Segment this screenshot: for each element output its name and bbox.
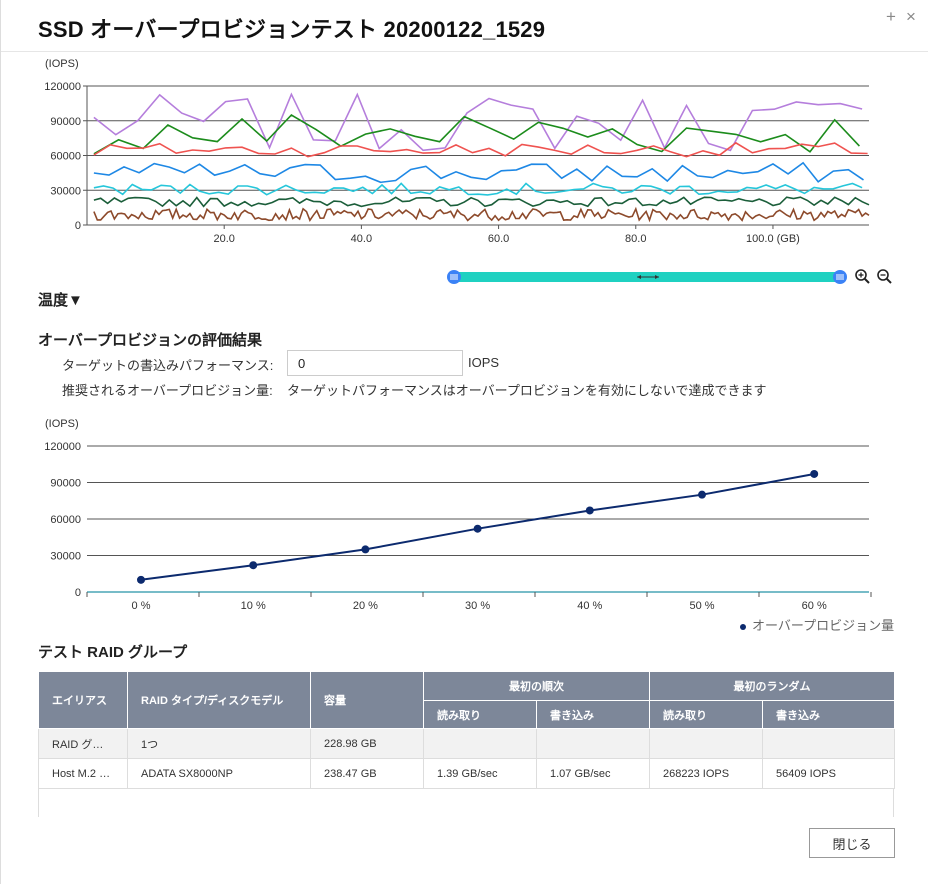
legend-label: オーバープロビジョン量 [752,618,895,633]
ssd-test-dialog: + × SSD オーバープロビジョンテスト 20200122_1529 (IOP… [0,0,928,884]
x-tick-label: 50 % [689,600,714,612]
x-tick-label: 100.0 (GB) [746,233,800,245]
overprovision-chart: (IOPS) 0 30000 60000 90000 120000 0 % 10 % 20 % 3… [44,418,872,612]
y-tick-label: 90000 [50,116,81,128]
cell-capacity: 228.98 GB [310,728,424,759]
cell-alias: Host M.2 SSD [38,758,128,789]
cell-seq-write [536,728,650,759]
y-tick-label: 120000 [44,81,81,93]
cell-seq-write: 1.07 GB/sec [536,758,650,789]
data-point [249,561,258,570]
header-seq-write: 書き込み [536,700,650,729]
x-tick-label: 80.0 [625,233,646,245]
slider-right-handle[interactable] [833,270,847,284]
table-row[interactable]: RAID グループ 1 1つ 228.98 GB [38,728,895,759]
recommended-label: 推奨されるオーバープロビジョン量: [62,383,273,398]
cell-rand-write: 56409 IOPS [762,758,895,789]
header-capacity: 容量 [310,671,424,729]
cell-rand-read: 268223 IOPS [649,758,763,789]
series-line-2 [93,141,868,158]
cell-alias: RAID グループ 1 [38,728,128,759]
iops-capacity-chart: (IOPS) 0 30000 60000 90000 120000 20.0 40.0 60.0… [44,58,870,245]
data-point [810,469,819,478]
cell-rand-write [762,728,895,759]
header-seq-read: 読み取り [423,700,537,729]
series-line-3 [93,161,864,184]
legend-marker [740,623,746,630]
zoom-in-icon[interactable] [855,269,870,284]
header-seq-group: 最初の順次 [423,671,650,701]
header-raid-type: RAID タイプ/ディスクモデル [127,671,311,729]
cell-raid-type: ADATA SX8000NP [127,758,311,789]
target-performance-unit: IOPS [468,355,500,370]
data-point [698,490,706,499]
cell-rand-read [649,728,763,759]
header-rand-group: 最初のランダム [649,671,895,701]
raid-group-title: テスト RAID グループ [38,644,188,661]
zoom-out-icon[interactable] [877,269,892,284]
y-tick-label: 0 [75,220,81,232]
data-point [361,545,370,554]
y-tick-label: 120000 [44,441,81,453]
cell-seq-read [423,728,537,759]
data-point [585,506,594,515]
x-tick-label: 60.0 [488,233,509,245]
range-slider[interactable] [441,266,911,288]
y-tick-label: 90000 [50,478,81,490]
x-tick-label: 20 % [353,600,378,612]
cell-seq-read: 1.39 GB/sec [423,758,537,789]
cell-capacity: 238.47 GB [310,758,424,789]
close-button[interactable]: 閉じる [809,828,895,858]
x-tick-label: 40 % [577,600,602,612]
y-tick-label: 60000 [50,514,81,526]
data-point [137,575,145,584]
y-tick-label: 0 [75,587,81,599]
y-tick-label: 60000 [50,151,81,163]
x-tick-label: 0 % [132,600,151,612]
header-alias: エイリアス [38,671,128,729]
table-row[interactable]: Host M.2 SSD ADATA SX8000NP 238.47 GB 1.… [38,758,895,789]
y-tick-label: 30000 [50,551,81,563]
table-empty-area [38,788,894,817]
x-tick-label: 10 % [241,600,266,612]
x-tick-label: 20.0 [213,233,234,245]
slider-left-handle[interactable] [447,270,461,284]
y-axis-label: (IOPS) [45,58,79,70]
target-performance-input[interactable] [287,350,463,376]
evaluation-title: オーバープロビジョンの評価結果 [38,332,262,349]
x-tick-label: 60 % [802,600,827,612]
recommended-value: ターゲットパフォーマンスはオーバープロビジョンを有効にしないで達成できます [287,383,767,398]
cell-raid-type: 1つ [127,728,311,759]
chart-legend: オーバープロビジョン量 [740,615,894,634]
y-tick-label: 30000 [50,185,81,197]
header-rand-write: 書き込み [762,700,895,729]
series-line-5 [93,196,870,208]
series-line-4 [93,182,863,196]
series-line-6 [93,206,870,223]
temperature-toggle[interactable]: 温度▼ [38,289,83,310]
x-tick-label: 40.0 [351,233,372,245]
y-axis-label: (IOPS) [45,418,79,430]
header-rand-read: 読み取り [649,700,763,729]
raid-group-table: エイリアス RAID タイプ/ディスクモデル 容量 最初の順次 最初のランダム … [38,671,895,789]
data-point [473,524,482,533]
target-performance-label: ターゲットの書込みパフォーマンス: [62,358,274,373]
x-tick-label: 30 % [465,600,490,612]
